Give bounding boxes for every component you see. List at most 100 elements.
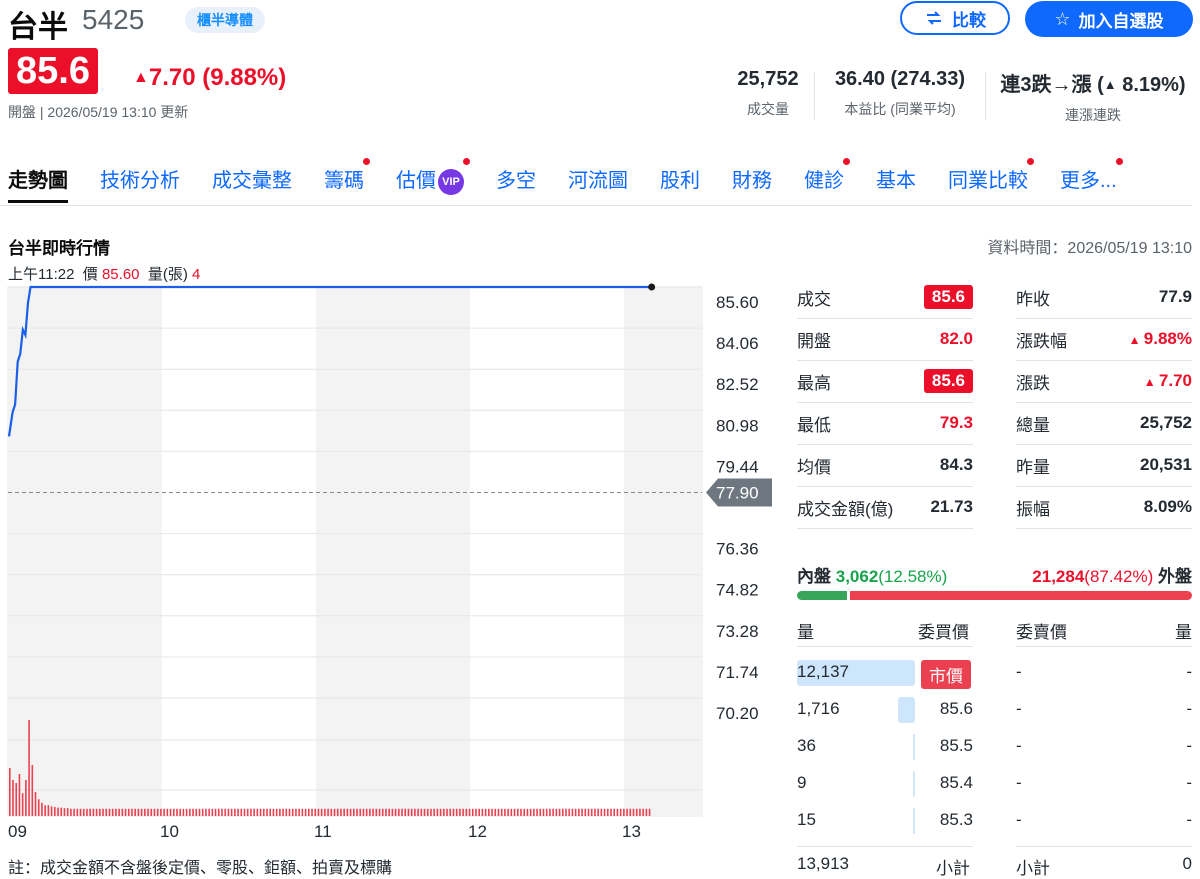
ask-price[interactable]: - <box>1016 773 1022 793</box>
ask-price[interactable]: - <box>1016 662 1022 682</box>
volume-bar <box>410 808 413 816</box>
volume-bar <box>616 808 619 816</box>
bid-price[interactable]: 85.6 <box>940 699 973 719</box>
sector-tag[interactable]: 櫃半導體 <box>185 7 265 33</box>
volume-bar <box>311 808 313 816</box>
volume-bar <box>581 808 583 816</box>
volume-bar <box>552 808 554 816</box>
ask-price[interactable]: - <box>1016 699 1022 719</box>
quote-value-text: 7.70 <box>1158 371 1192 390</box>
volume-bar <box>44 805 46 816</box>
stat-volume-label: 成交量 <box>747 101 789 117</box>
volume-bar <box>208 808 210 816</box>
tab-chips[interactable]: 籌碼 <box>324 158 370 204</box>
bid-price[interactable]: 市價 <box>921 660 971 689</box>
volume-bar <box>73 808 75 816</box>
volume-bar <box>542 808 545 816</box>
x-tick-label: 13 <box>622 822 641 841</box>
tab-valuation[interactable]: 估價 VIP <box>396 158 470 204</box>
volume-bar <box>320 808 323 816</box>
volume-bar <box>648 808 651 816</box>
volume-bar <box>250 808 252 816</box>
ask-volume: - <box>1186 662 1192 681</box>
tab-chart[interactable]: 走勢圖 <box>8 164 68 203</box>
volume-bar <box>346 808 349 816</box>
volume-bar <box>182 808 185 816</box>
y-tick-label: 80.98 <box>716 416 759 435</box>
quote-value-text: 77.9 <box>1158 287 1192 306</box>
volume-bar <box>227 808 230 816</box>
bid-price[interactable]: 85.3 <box>940 810 973 830</box>
section-title: 台半即時行情 <box>8 239 110 258</box>
volume-bar <box>494 808 497 816</box>
stat-streak-value: 連3跌→漲 (▲ 8.19%) <box>992 68 1194 97</box>
tab-label: 籌碼 <box>324 170 364 192</box>
up-triangle-icon: ▲ <box>1103 77 1117 92</box>
quote-value-text: 20,531 <box>1140 455 1192 474</box>
ask-price[interactable]: - <box>1016 810 1022 830</box>
volume-bar <box>423 808 426 816</box>
left-row: 均價 84.3 <box>797 444 973 487</box>
volume-bar <box>446 808 448 816</box>
volume-bar <box>398 808 400 816</box>
volume-bar <box>343 808 345 816</box>
vip-badge: VIP <box>438 168 464 195</box>
star-icon: ☆ <box>1054 8 1071 29</box>
tab-trades[interactable]: 成交彙整 <box>212 164 292 204</box>
tab-label: 估價 <box>396 170 436 192</box>
bid-volume: 12,137 <box>797 662 849 681</box>
y-tick-label: 71.74 <box>716 663 759 682</box>
volume-bar <box>478 808 480 816</box>
x-tick-label: 09 <box>8 822 27 841</box>
volume-bar <box>262 808 265 816</box>
bid-volume: 1,716 <box>797 699 840 718</box>
intraday-chart[interactable]: 85.60 84.06 82.52 80.98 79.44 76.36 74.82 73.28… <box>0 280 780 850</box>
volume-bar <box>57 807 59 816</box>
volume-bar <box>590 808 593 816</box>
tab-peers[interactable]: 同業比較 <box>948 158 1034 204</box>
add-watchlist-label: 加入自選股 <box>1078 11 1164 31</box>
bid-price[interactable]: 85.4 <box>940 773 973 793</box>
add-watchlist-button[interactable]: ☆ 加入自選股 <box>1025 1 1193 37</box>
stat-volume-value: 25,752 <box>737 68 799 90</box>
ask-price[interactable]: - <box>1016 736 1022 756</box>
volume-bar <box>417 808 419 816</box>
volume-bar <box>481 808 484 816</box>
tab-health[interactable]: 健診 <box>804 158 850 204</box>
volume-bar <box>237 808 239 816</box>
quote-value: 85.6 <box>923 285 973 309</box>
volume-bar <box>66 808 69 816</box>
volume-bar <box>118 808 120 816</box>
volume-bar <box>176 808 178 816</box>
tab-river[interactable]: 河流圖 <box>568 164 628 204</box>
tab-technical[interactable]: 技術分析 <box>100 164 180 204</box>
volume-bar <box>619 808 622 816</box>
bid-price[interactable]: 85.5 <box>940 736 973 756</box>
volume-bar <box>70 808 72 816</box>
volume-bar <box>288 808 291 816</box>
volume-bar <box>504 808 506 816</box>
volume-bar <box>353 808 355 816</box>
tab-finance[interactable]: 財務 <box>732 164 772 204</box>
volume-bar <box>369 808 371 816</box>
subtotal-label: 小計 <box>936 859 970 878</box>
volume-bar <box>253 808 255 816</box>
quote-label: 振幅 <box>1016 499 1050 519</box>
volume-bar <box>433 808 435 816</box>
ob-header-bid-price: 委買價 <box>918 623 969 642</box>
volume-bar <box>291 808 294 816</box>
tab-basic[interactable]: 基本 <box>876 164 916 204</box>
volume-bar <box>314 808 317 816</box>
tab-more[interactable]: 更多... <box>1060 158 1123 204</box>
volume-bar <box>285 808 288 816</box>
volume-bar <box>378 808 381 816</box>
volume-bar <box>600 808 603 816</box>
tab-longshort[interactable]: 多空 <box>496 164 536 204</box>
volume-bar <box>275 808 278 816</box>
volume-bar <box>243 808 246 816</box>
tab-dividend[interactable]: 股利 <box>660 164 700 204</box>
compare-button[interactable]: 比較 <box>900 1 1010 35</box>
inner-bar <box>797 591 847 600</box>
quote-label: 成交金額(億) <box>797 499 894 519</box>
subtotal-ask: 0 <box>1182 854 1192 873</box>
